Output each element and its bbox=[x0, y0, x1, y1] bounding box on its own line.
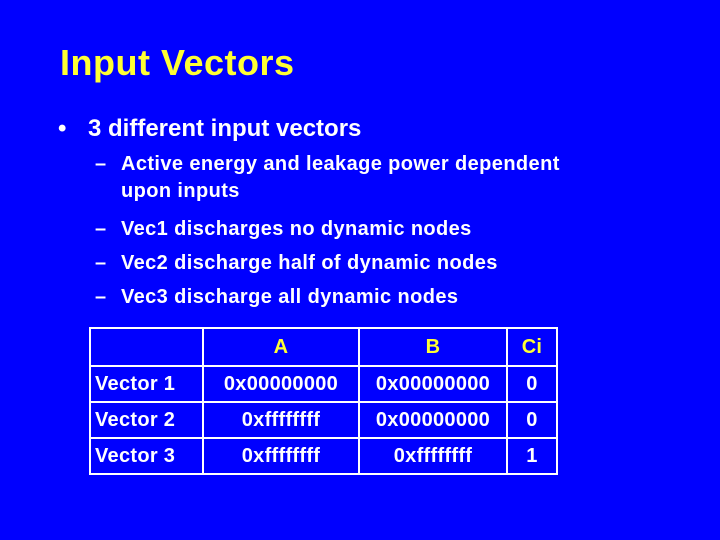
sub-bullet-item: – Active energy and leakage power depende… bbox=[95, 153, 560, 203]
table-row: Vector 1 0x00000000 0x00000000 0 bbox=[89, 365, 558, 403]
slide-title: Input Vectors bbox=[60, 42, 295, 83]
table-header-row: A B Ci bbox=[89, 327, 558, 367]
cell-a: 0x00000000 bbox=[202, 365, 360, 403]
sub-bullet-item: – Vec2 discharge half of dynamic nodes bbox=[95, 252, 498, 275]
cell-b: 0x00000000 bbox=[358, 401, 508, 439]
cell-a: 0xffffffff bbox=[202, 437, 360, 475]
bullet-text: 3 different input vectors bbox=[88, 115, 362, 142]
sub-bullet-item: – Vec3 discharge all dynamic nodes bbox=[95, 286, 458, 309]
cell-ci: 0 bbox=[506, 365, 558, 403]
table-header-cell-empty bbox=[89, 327, 204, 367]
bullet-marker: • bbox=[58, 115, 67, 142]
sub-bullet-text: Active energy and leakage power dependen… bbox=[121, 153, 560, 175]
sub-bullet-text: Vec3 discharge all dynamic nodes bbox=[121, 286, 459, 308]
dash-marker: – bbox=[95, 153, 107, 175]
cell-ci: 0 bbox=[506, 401, 558, 439]
sub-bullet-item: – Vec1 discharges no dynamic nodes bbox=[95, 218, 472, 241]
sub-bullet-text-continuation: upon inputs bbox=[121, 180, 240, 202]
table-header-cell-a: A bbox=[202, 327, 360, 367]
cell-ci: 1 bbox=[506, 437, 558, 475]
cell-b: 0x00000000 bbox=[358, 365, 508, 403]
dash-marker: – bbox=[95, 218, 107, 240]
row-label: Vector 1 bbox=[89, 365, 204, 403]
sub-bullet-text: Vec2 discharge half of dynamic nodes bbox=[121, 252, 498, 274]
cell-a: 0xffffffff bbox=[202, 401, 360, 439]
table-header-cell-ci: Ci bbox=[506, 327, 558, 367]
table-row: Vector 2 0xffffffff 0x00000000 0 bbox=[89, 401, 558, 439]
input-vectors-table: A B Ci Vector 1 0x00000000 0x00000000 0 … bbox=[89, 327, 558, 475]
row-label: Vector 2 bbox=[89, 401, 204, 439]
cell-b: 0xffffffff bbox=[358, 437, 508, 475]
row-label: Vector 3 bbox=[89, 437, 204, 475]
sub-bullet-text: Vec1 discharges no dynamic nodes bbox=[121, 218, 472, 240]
dash-marker: – bbox=[95, 252, 107, 274]
table-header-cell-b: B bbox=[358, 327, 508, 367]
table-row: Vector 3 0xffffffff 0xffffffff 1 bbox=[89, 437, 558, 475]
bullet-item: • 3 different input vectors bbox=[58, 115, 361, 143]
dash-marker: – bbox=[95, 286, 107, 308]
